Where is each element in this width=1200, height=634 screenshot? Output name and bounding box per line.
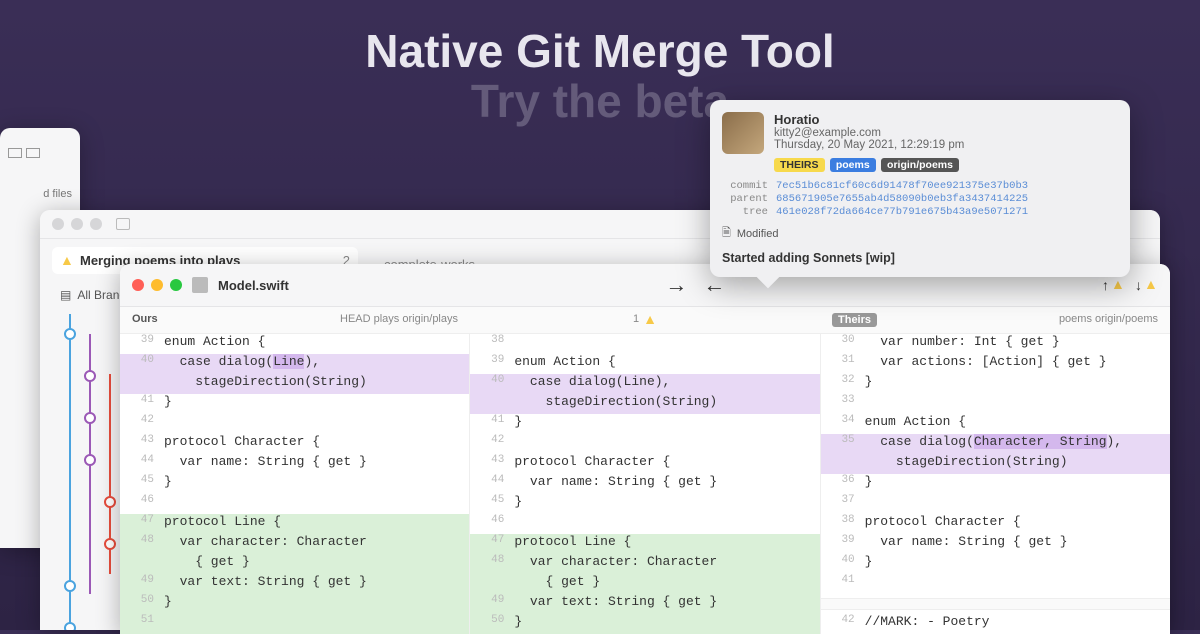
prev-conflict-button[interactable]: ↑ xyxy=(1102,277,1125,293)
commit-graph-rails xyxy=(52,314,124,630)
code-line[interactable]: 39enum Action { xyxy=(120,334,469,354)
take-right-button[interactable]: → xyxy=(665,272,687,298)
code-line[interactable]: stageDirection(String) xyxy=(470,394,819,414)
theirs-pane[interactable]: 30 var number: Int { get }31 var actions… xyxy=(821,334,1170,634)
branch-badge: poems xyxy=(830,158,876,172)
author-email: kitty2@example.com xyxy=(774,127,964,139)
code-line[interactable]: 49 var text: String { get } xyxy=(120,574,469,594)
code-line[interactable]: 48 var character: Character xyxy=(470,554,819,574)
code-line[interactable]: 40} xyxy=(821,554,1170,574)
code-line[interactable]: 38 xyxy=(470,334,819,354)
ours-header: Ours xyxy=(132,313,158,327)
author-name: Horatio xyxy=(774,112,964,127)
code-line[interactable]: 39enum Action { xyxy=(470,354,819,374)
theirs-badge: THEIRS xyxy=(774,158,825,172)
code-line[interactable]: 32} xyxy=(821,374,1170,394)
filename: Model.swift xyxy=(218,278,289,293)
code-line[interactable]: 36} xyxy=(821,474,1170,494)
commit-date: Thursday, 20 May 2021, 12:29:19 pm xyxy=(774,139,964,151)
archive-icon: ▤ xyxy=(60,288,71,302)
avatar xyxy=(722,112,764,154)
code-line[interactable]: { get } xyxy=(470,574,819,594)
code-line[interactable]: 46 xyxy=(120,494,469,514)
code-line[interactable]: stageDirection(String) xyxy=(821,454,1170,474)
code-line[interactable]: 41} xyxy=(120,394,469,414)
code-line[interactable]: 40 case dialog(Line), xyxy=(120,354,469,374)
code-line[interactable]: 42//MARK: - Poetry xyxy=(821,614,1170,634)
code-line[interactable]: stageDirection(String) xyxy=(120,374,469,394)
code-line[interactable]: 47protocol Line { xyxy=(470,534,819,554)
warning-icon xyxy=(643,313,657,327)
code-line[interactable]: 37 xyxy=(821,494,1170,514)
code-line[interactable]: 41 xyxy=(821,574,1170,594)
close-button[interactable] xyxy=(132,279,144,291)
code-line[interactable]: 35 case dialog(Character, String), xyxy=(821,434,1170,454)
remote-badge: origin/poems xyxy=(881,158,959,172)
code-line[interactable]: 49 var text: String { get } xyxy=(470,594,819,614)
code-line[interactable]: 43protocol Character { xyxy=(470,454,819,474)
code-line[interactable]: 44 var name: String { get } xyxy=(470,474,819,494)
code-line[interactable]: 50} xyxy=(470,614,819,634)
code-line[interactable]: 41} xyxy=(470,414,819,434)
code-line[interactable]: 30 var number: Int { get } xyxy=(821,334,1170,354)
file-icon xyxy=(192,277,208,293)
code-line[interactable]: 47protocol Line { xyxy=(120,514,469,534)
zoom-button[interactable] xyxy=(170,279,182,291)
commit-popover: Horatio kitty2@example.com Thursday, 20 … xyxy=(710,100,1130,277)
code-line[interactable]: 43protocol Character { xyxy=(120,434,469,454)
code-line[interactable]: 38protocol Character { xyxy=(821,514,1170,534)
next-conflict-button[interactable]: ↓ xyxy=(1135,277,1158,293)
minimize-button[interactable] xyxy=(151,279,163,291)
code-line[interactable]: 42 xyxy=(120,414,469,434)
commit-hash[interactable]: 7ec51b6c81cf60c6d91478f70ee921375e37b0b3 xyxy=(776,180,1118,192)
ours-pane[interactable]: 39enum Action {40 case dialog(Line), sta… xyxy=(120,334,470,634)
layout-toggle-icon[interactable] xyxy=(8,148,72,158)
code-line[interactable]: 45} xyxy=(470,494,819,514)
code-line[interactable]: 34enum Action { xyxy=(821,414,1170,434)
code-line[interactable]: 45} xyxy=(120,474,469,494)
warning-icon xyxy=(60,254,74,268)
merged-pane[interactable]: 3839enum Action {40 case dialog(Line), s… xyxy=(470,334,820,634)
hero-title: Native Git Merge Tool xyxy=(0,24,1200,78)
code-line[interactable]: 46 xyxy=(470,514,819,534)
code-line[interactable]: 42 xyxy=(470,434,819,454)
code-line[interactable]: 33 xyxy=(821,394,1170,414)
sidebar-toggle-icon[interactable] xyxy=(116,218,130,230)
tree-hash[interactable]: 461e028f72da664ce77b791e675b43a9e5071271 xyxy=(776,206,1118,218)
theirs-header: Theirs xyxy=(832,313,877,327)
code-line[interactable]: 39 var name: String { get } xyxy=(821,534,1170,554)
merge-window: Model.swift → ← ↑ ↓ OursHEAD plays origi… xyxy=(120,264,1170,634)
file-status: 🗎 Modified xyxy=(722,224,1118,243)
code-line[interactable]: 31 var actions: [Action] { get } xyxy=(821,354,1170,374)
code-line[interactable]: 40 case dialog(Line), xyxy=(470,374,819,394)
document-icon: 🗎 xyxy=(722,224,731,243)
code-line[interactable]: 48 var character: Character xyxy=(120,534,469,554)
code-line[interactable]: 44 var name: String { get } xyxy=(120,454,469,474)
parent-hash[interactable]: 685671905e7655ab4d58090b0eb3fa3437414225 xyxy=(776,193,1118,205)
code-line[interactable]: { get } xyxy=(120,554,469,574)
code-line[interactable]: 51 xyxy=(120,614,469,634)
code-line[interactable]: 50} xyxy=(120,594,469,614)
commit-message: Started adding Sonnets [wip] xyxy=(722,251,1118,265)
